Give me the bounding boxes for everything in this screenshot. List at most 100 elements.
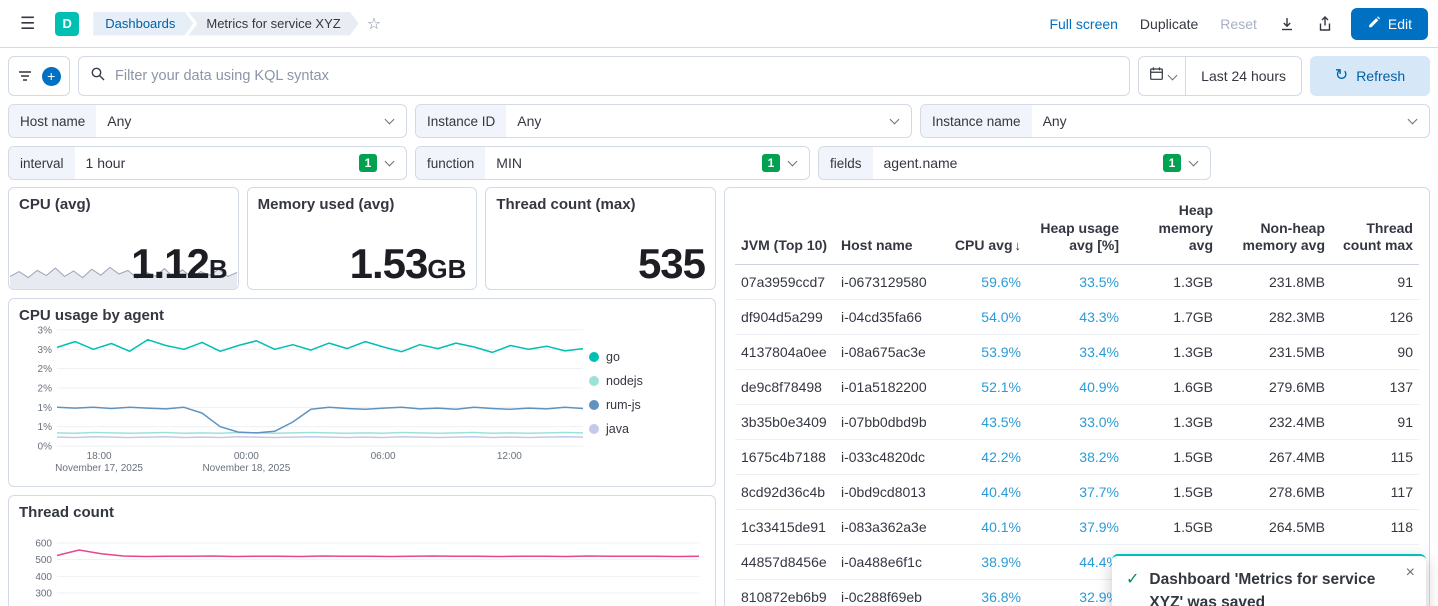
control-value: Any [506,113,552,129]
control-function[interactable]: function MIN 1 [415,146,810,180]
full-screen-button[interactable]: Full screen [1049,16,1117,32]
filter-controls-group: + [8,56,70,96]
control-instance-id[interactable]: Instance ID Any [415,104,912,138]
svg-text:November 17, 2025: November 17, 2025 [55,463,143,474]
table-cell: 1.3GB [1125,334,1219,369]
svg-text:0%: 0% [38,442,53,453]
table-cell: 07a3959ccd7 [735,264,835,299]
selection-count-badge: 1 [762,154,780,172]
duplicate-button[interactable]: Duplicate [1140,16,1198,32]
download-icon[interactable] [1279,16,1295,32]
svg-text:November 18, 2025: November 18, 2025 [202,463,290,474]
search-input[interactable] [115,68,1118,84]
table-cell: i-083a362a3e [835,509,947,544]
col-header-thread-count-max[interactable]: Thread count max [1331,194,1419,264]
legend-item[interactable]: nodejs [589,374,699,388]
legend-dot [589,376,599,386]
chevron-down-icon [890,115,900,125]
edit-button[interactable]: Edit [1351,8,1428,40]
toast-message: Dashboard 'Metrics for service XYZ' was … [1149,569,1396,606]
table-cell: 117 [1331,474,1419,509]
metric-unit: GB [427,254,466,284]
table-cell: 137 [1331,369,1419,404]
chevron-down-icon [1167,70,1177,80]
chevron-down-icon [385,115,395,125]
table-cell: 91 [1331,404,1419,439]
table-cell: 44.4% [1027,544,1125,579]
breadcrumb-current-dashboard[interactable]: Metrics for service XYZ [188,12,358,36]
space-logo[interactable]: D [55,12,79,36]
search-icon [90,66,106,87]
table-cell: 232.4MB [1219,404,1331,439]
table-cell: i-01a5182200 [835,369,947,404]
legend-item[interactable]: java [589,422,699,436]
table-cell: 1.5GB [1125,439,1219,474]
table-row: 07a3959ccd7i-067312958059.6%33.5%1.3GB23… [735,264,1419,299]
svg-text:00:00: 00:00 [234,451,259,462]
col-header-heap-usage-avg[interactable]: Heap usage avg [%] [1027,194,1125,264]
table-cell: 279.6MB [1219,369,1331,404]
calendar-dropdown-button[interactable] [1138,56,1186,96]
menu-icon[interactable]: ☰ [14,10,41,38]
table-cell: 40.1% [947,509,1027,544]
date-picker-group: Last 24 hours [1138,56,1302,96]
refresh-button[interactable]: ↻ Refresh [1310,56,1430,96]
table-cell: 1.7GB [1125,299,1219,334]
chevron-down-icon [385,157,395,167]
table-cell: de9c8f78498 [735,369,835,404]
add-control-button[interactable]: + [42,67,61,86]
table-cell: 43.3% [1027,299,1125,334]
legend-label: nodejs [606,374,643,388]
control-label: function [416,147,485,179]
reset-button[interactable]: Reset [1220,16,1257,32]
col-header-cpu-avg[interactable]: CPU avg↓ [947,194,1027,264]
time-range-button[interactable]: Last 24 hours [1186,56,1302,96]
col-header-host-name[interactable]: Host name [835,194,947,264]
legend-item[interactable]: go [589,350,699,364]
filter-icon[interactable] [17,68,33,84]
table-cell: 90 [1331,334,1419,369]
col-header-jvm[interactable]: JVM (Top 10) [735,194,835,264]
legend-item[interactable]: rum-js [589,398,699,412]
control-interval[interactable]: interval 1 hour 1 [8,146,407,180]
table-cell: 37.7% [1027,474,1125,509]
svg-text:12:00: 12:00 [497,451,522,462]
metric-panel-thread-count: Thread count (max) 535 [485,187,716,290]
table-cell: 1.5GB [1125,474,1219,509]
table-cell: 40.4% [947,474,1027,509]
legend-label: java [606,422,629,436]
svg-text:1%: 1% [38,422,53,433]
metric-unit: B [209,254,228,284]
table-row: 4137804a0eei-08a675ac3e53.9%33.4%1.3GB23… [735,334,1419,369]
control-instance-name[interactable]: Instance name Any [920,104,1430,138]
table-cell: 4137804a0ee [735,334,835,369]
col-header-heap-memory-avg[interactable]: Heap memory avg [1125,194,1219,264]
dashboard-grid: CPU (avg) 1.12B Memory used (avg) 1.53GB… [0,180,1438,606]
close-icon[interactable]: × [1406,565,1415,581]
metric-panels-row: CPU (avg) 1.12B Memory used (avg) 1.53GB… [8,187,716,290]
table-cell: i-0673129580 [835,264,947,299]
table-cell: 33.0% [1027,404,1125,439]
table-row: df904d5a299i-04cd35fa6654.0%43.3%1.7GB28… [735,299,1419,334]
col-header-non-heap-memory-avg[interactable]: Non-heap memory avg [1219,194,1331,264]
controls-row-1: Host name Any Instance ID Any Instance n… [8,104,1430,138]
table-cell: 42.2% [947,439,1027,474]
table-cell: 115 [1331,439,1419,474]
table-cell: 52.1% [947,369,1027,404]
query-bar: + Last 24 hours ↻ Refresh [8,56,1430,96]
share-icon[interactable] [1317,16,1333,32]
metric-title: CPU (avg) [19,196,228,213]
chart-title: CPU usage by agent [19,307,705,324]
svg-text:3%: 3% [38,326,53,337]
metric-panel-cpu-avg: CPU (avg) 1.12B [8,187,239,290]
table-cell: i-0bd9cd8013 [835,474,947,509]
control-fields[interactable]: fields agent.name 1 [818,146,1211,180]
control-host-name[interactable]: Host name Any [8,104,407,138]
table-cell: 8cd92d36c4b [735,474,835,509]
favorite-star-icon[interactable]: ☆ [367,14,381,34]
kql-search-box [78,56,1130,96]
table-row: 3b35b0e3409i-07bb0dbd9b43.5%33.0%1.3GB23… [735,404,1419,439]
table-cell: 43.5% [947,404,1027,439]
breadcrumb-dashboards[interactable]: Dashboards [93,12,193,36]
table-cell: 3b35b0e3409 [735,404,835,439]
